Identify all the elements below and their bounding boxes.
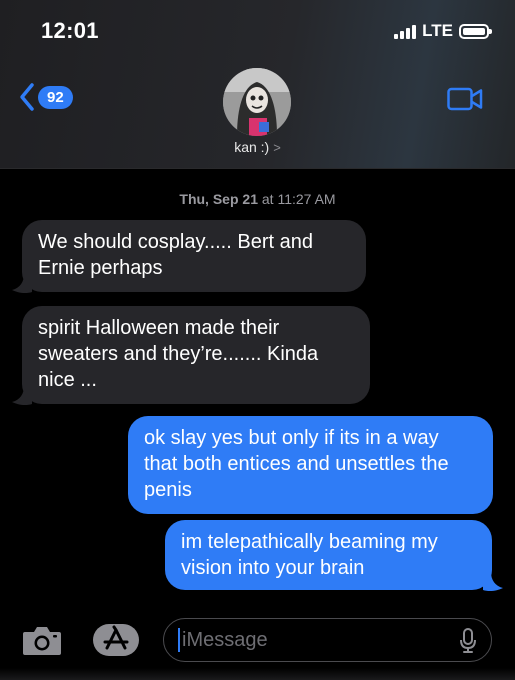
- contact-avatar[interactable]: [223, 68, 291, 136]
- app-store-button[interactable]: [92, 622, 140, 658]
- camera-button[interactable]: [21, 623, 63, 657]
- imessage-input[interactable]: iMessage: [163, 618, 492, 662]
- unread-count-badge: 92: [38, 85, 73, 109]
- input-placeholder: iMessage: [182, 628, 268, 651]
- outgoing-message-bubble[interactable]: ok slay yes but only if its in a way tha…: [128, 416, 493, 514]
- microphone-icon[interactable]: [459, 628, 477, 654]
- back-button[interactable]: 92: [18, 82, 73, 112]
- bottom-edge: [0, 668, 515, 680]
- bubble-tail: [483, 572, 503, 592]
- message-timestamp: Thu, Sep 21 at 11:27 AM: [0, 191, 515, 207]
- camera-icon: [23, 627, 61, 655]
- status-indicators: LTE: [394, 21, 492, 41]
- bubble-tail: [12, 386, 32, 406]
- facetime-video-button[interactable]: [447, 87, 483, 116]
- avatar-photo: [223, 68, 291, 136]
- incoming-message-bubble[interactable]: We should cosplay..... Bert and Ernie pe…: [22, 220, 366, 292]
- battery-icon: [459, 23, 492, 39]
- bubble-tail: [12, 274, 32, 294]
- chevron-right-icon: >: [273, 140, 281, 155]
- contact-name-button[interactable]: kan :) >: [0, 139, 515, 155]
- video-camera-icon: [447, 87, 483, 111]
- chevron-left-icon: [20, 83, 34, 111]
- conversation-header: 12:01 LTE 92 kan :) >: [0, 0, 515, 169]
- timestamp-at: at: [257, 191, 278, 207]
- carrier-label: LTE: [422, 21, 453, 40]
- timestamp-day: Thu, Sep 21: [179, 191, 258, 207]
- app-store-icon: [93, 624, 139, 656]
- text-cursor: [178, 628, 180, 652]
- timestamp-time: 11:27 AM: [277, 191, 336, 207]
- status-time: 12:01: [41, 18, 99, 43]
- contact-name: kan :): [234, 139, 270, 155]
- incoming-message-bubble[interactable]: spirit Halloween made their sweaters and…: [22, 306, 370, 404]
- signal-strength-icon: [394, 23, 417, 39]
- outgoing-message-bubble[interactable]: im telepathically beaming my vision into…: [165, 520, 492, 590]
